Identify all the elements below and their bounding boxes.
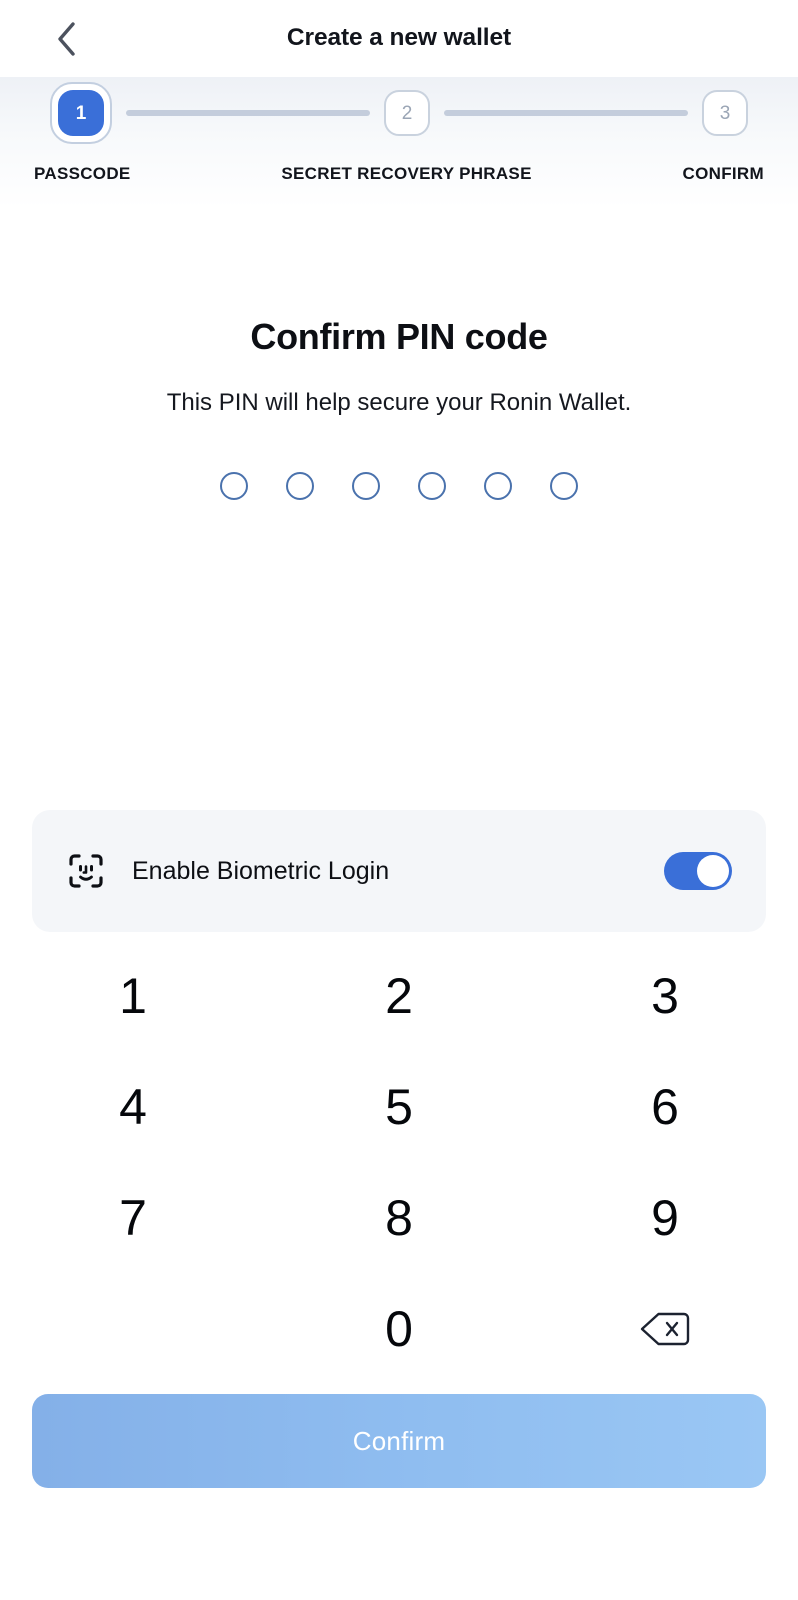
toggle-knob — [697, 855, 729, 887]
keypad-key-5[interactable]: 5 — [266, 1051, 532, 1162]
pin-dot — [550, 472, 578, 501]
step-badge-active: 1 — [50, 82, 112, 144]
step-connector-1-2 — [126, 110, 370, 116]
step-label-confirm: CONFIRM — [682, 164, 764, 183]
step-number-2: 2 — [384, 90, 430, 136]
keypad-key-4[interactable]: 4 — [0, 1051, 266, 1162]
keypad-key-blank — [0, 1273, 266, 1384]
backspace-icon — [639, 1309, 691, 1349]
keypad-key-backspace[interactable] — [532, 1273, 798, 1384]
keypad-key-7[interactable]: 7 — [0, 1162, 266, 1273]
chevron-left-icon — [54, 20, 78, 58]
step-node-3[interactable]: 3 — [702, 90, 748, 136]
step-number-1: 1 — [58, 90, 104, 136]
biometric-login-label: Enable Biometric Login — [132, 856, 390, 885]
page-title: Create a new wallet — [286, 24, 512, 52]
step-node-2[interactable]: 2 — [384, 90, 430, 136]
confirm-button[interactable]: Confirm — [32, 1394, 766, 1488]
keypad-key-1[interactable]: 1 — [0, 940, 266, 1051]
keypad-key-6[interactable]: 6 — [532, 1051, 798, 1162]
pin-description: This PIN will help secure your Ronin Wal… — [166, 388, 632, 416]
step-node-1[interactable]: 1 — [50, 82, 112, 144]
step-number-3: 3 — [702, 90, 748, 136]
pin-dot — [220, 472, 248, 501]
pin-dot — [352, 472, 380, 501]
pin-dot — [418, 472, 446, 501]
pin-dots — [0, 417, 798, 501]
keypad-key-2[interactable]: 2 — [266, 940, 532, 1051]
pin-heading: Confirm PIN code — [250, 316, 548, 357]
biometric-login-toggle[interactable] — [664, 852, 732, 890]
pin-section: Confirm PIN code This PIN will help secu… — [0, 245, 798, 501]
biometric-login-row[interactable]: Enable Biometric Login — [32, 810, 766, 932]
step-label-passcode: PASSCODE — [34, 164, 131, 183]
stepper-section: 1 2 3 PASSCODE SECRET RECOVERY PHRASE CO… — [0, 77, 798, 245]
face-id-icon — [66, 851, 106, 891]
keypad-key-8[interactable]: 8 — [266, 1162, 532, 1273]
stepper: 1 2 3 PASSCODE SECRET RECOVERY PHRASE CO… — [0, 77, 798, 182]
step-label-secret-recovery-phrase: SECRET RECOVERY PHRASE — [281, 164, 532, 183]
pin-dot — [484, 472, 512, 501]
app-header: Create a new wallet — [0, 0, 798, 77]
stepper-track: 1 2 3 — [50, 77, 748, 149]
pin-dot — [286, 472, 314, 501]
back-button[interactable] — [44, 17, 88, 61]
keypad-key-9[interactable]: 9 — [532, 1162, 798, 1273]
keypad-key-0[interactable]: 0 — [266, 1273, 532, 1384]
keypad-key-3[interactable]: 3 — [532, 940, 798, 1051]
step-connector-2-3 — [444, 110, 688, 116]
numeric-keypad: 1 2 3 4 5 6 7 8 9 0 — [0, 940, 798, 1384]
stepper-labels: PASSCODE SECRET RECOVERY PHRASE CONFIRM — [0, 165, 798, 182]
